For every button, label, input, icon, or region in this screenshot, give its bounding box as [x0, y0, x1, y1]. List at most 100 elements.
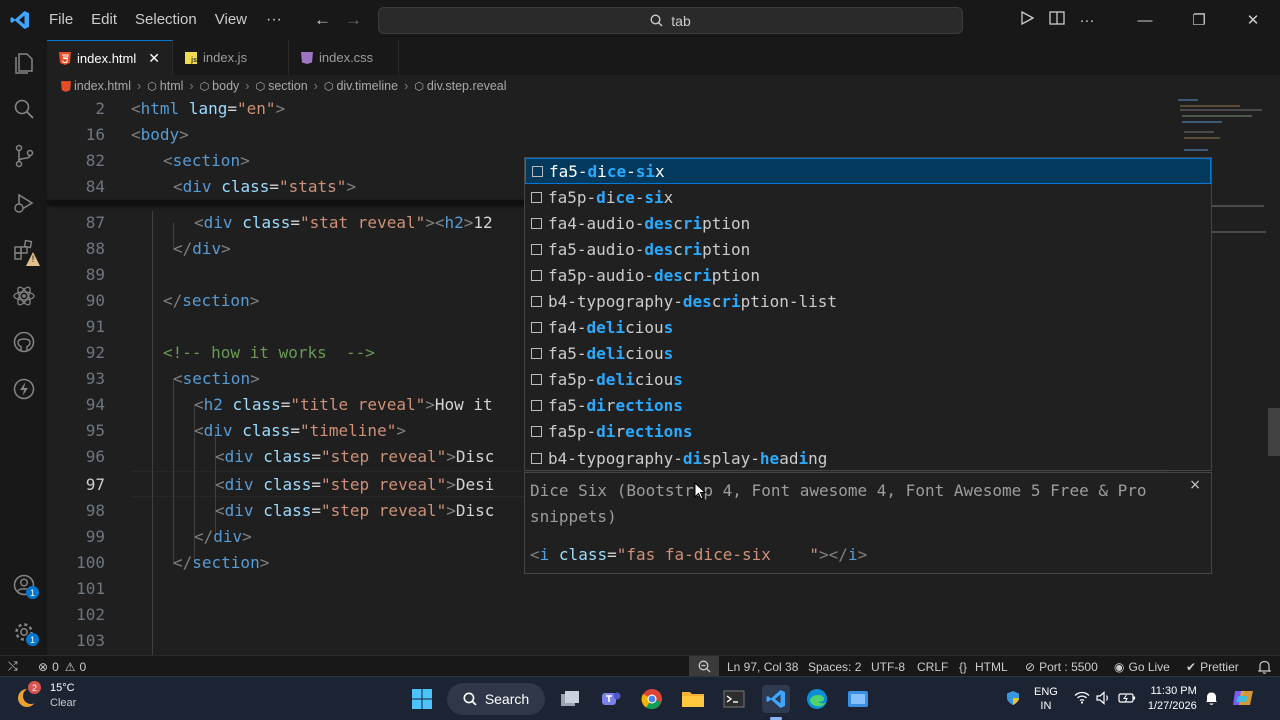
store-app-icon[interactable] [844, 685, 872, 713]
source-control-icon[interactable] [0, 136, 47, 176]
accounts-badge: 1 [26, 586, 39, 599]
suggestion-item[interactable]: fa4-audio-description [525, 210, 1211, 236]
menu-view[interactable]: View [206, 0, 256, 40]
tab-index-css[interactable]: index.css [289, 40, 399, 75]
suggestion-item-selected[interactable]: fa5-dice-six [525, 158, 1211, 185]
menu-bar: File Edit Selection View ··· [40, 0, 292, 40]
suggestion-item[interactable]: fa5p-dice-six [525, 184, 1211, 210]
suggestion-item[interactable]: fa4-delicious [525, 315, 1211, 341]
code-line: 2 <html lang="en"> [47, 95, 1167, 121]
end-of-line[interactable]: CRLF [917, 656, 948, 677]
element-icon: ⬡ [323, 80, 334, 93]
menu-more-button[interactable]: ··· [256, 0, 292, 40]
tab-index-js[interactable]: js index.js [173, 40, 289, 75]
explorer-icon[interactable] [0, 42, 47, 82]
suggestion-item[interactable]: fa5p-audio-description [525, 262, 1211, 288]
breadcrumb-item-html[interactable]: ⬡ html [147, 79, 183, 93]
split-editor-icon[interactable] [1042, 11, 1072, 29]
notification-bell-icon[interactable] [1205, 691, 1218, 708]
back-arrow-icon[interactable]: ← [314, 10, 331, 30]
command-center-search[interactable]: tab [378, 7, 963, 34]
suggestion-item[interactable]: b4-typography-display-heading [525, 445, 1211, 471]
suggestion-list: fa5-dice-six fa5p-dice-six fa4-audio-descr… [524, 157, 1212, 471]
chevron-right-icon: › [136, 79, 142, 93]
go-live-button[interactable]: ◉ Go Live [1114, 656, 1170, 677]
status-bar: ⤭ ⊗ 0 ⚠ 0 Ln 97, Col 38 Spaces: 2 UTF-8 CR… [0, 655, 1280, 677]
breadcrumb-item-div-timeline[interactable]: ⬡ div.timeline [324, 79, 398, 93]
close-window-icon[interactable]: ✕ [1226, 11, 1280, 29]
breadcrumb-item-file[interactable]: index.html [61, 79, 131, 93]
restore-icon[interactable]: ❐ [1172, 11, 1226, 29]
breadcrumb-item-div-step[interactable]: ⬡ div.step.reveal [414, 79, 506, 93]
warning-icon: ⚠ [64, 659, 76, 674]
remote-icon[interactable]: ⤭ [8, 656, 18, 677]
line-number: 89 [85, 264, 105, 284]
menu-selection[interactable]: Selection [126, 0, 206, 40]
menu-file[interactable]: File [40, 0, 82, 40]
encoding[interactable]: UTF-8 [871, 656, 905, 677]
notifications-bell-icon[interactable] [1258, 656, 1271, 677]
forward-arrow-icon[interactable]: → [345, 10, 362, 30]
chevron-right-icon: › [189, 79, 194, 93]
battery-icon[interactable] [1118, 692, 1136, 707]
react-icon[interactable] [0, 276, 47, 316]
snippet-icon [531, 322, 542, 334]
minimize-icon[interactable]: — [1118, 12, 1172, 29]
tab-index-html[interactable]: index.html ✕ [47, 40, 173, 75]
live-server-port[interactable]: ⊘ Port : 5500 [1025, 656, 1098, 677]
suggestion-label: b4-typography-description-list [548, 292, 837, 312]
terminal-icon[interactable] [720, 685, 748, 713]
edge-icon[interactable] [803, 685, 831, 713]
weather-widget[interactable]: 2 15°C Clear [16, 681, 76, 711]
lightning-icon[interactable] [0, 369, 47, 409]
search-sidebar-icon[interactable] [0, 89, 47, 129]
windows-taskbar: 2 15°C Clear Search ENG IN 11:30 PM 1/27… [0, 676, 1280, 720]
chevron-right-icon: › [313, 79, 318, 93]
suggestion-snippet: <i class="fas fa-dice-six "></i> [530, 545, 868, 564]
suggestion-item[interactable]: fa5p-delicious [525, 367, 1211, 393]
suggestion-item[interactable]: fa5-audio-description [525, 236, 1211, 262]
more-actions-icon[interactable]: ··· [1072, 12, 1102, 29]
accounts-icon[interactable]: 1 [0, 565, 47, 605]
chrome-icon[interactable] [638, 685, 666, 713]
tab-close-icon[interactable]: ✕ [148, 50, 160, 67]
defender-icon[interactable] [1002, 690, 1024, 709]
line-number: 84 [85, 176, 105, 196]
suggestion-item[interactable]: b4-typography-description-list [525, 288, 1211, 314]
vscode-taskbar-icon[interactable] [762, 685, 790, 713]
windows-start-icon[interactable] [408, 685, 436, 713]
suggestion-item[interactable]: fa5p-directions [525, 419, 1211, 445]
breadcrumb-label: html [159, 79, 184, 93]
run-icon[interactable] [1012, 10, 1042, 29]
github-icon[interactable] [0, 322, 47, 362]
menu-edit[interactable]: Edit [82, 0, 126, 40]
problems-indicator[interactable]: ⊗ 0 ⚠ 0 [38, 656, 86, 677]
breadcrumb-item-body[interactable]: ⬡ body [200, 79, 240, 93]
extensions-icon[interactable]: ! [0, 230, 47, 270]
element-icon: ⬡ [255, 80, 266, 93]
taskbar-search[interactable]: Search [447, 683, 545, 715]
volume-icon[interactable] [1096, 690, 1112, 708]
file-explorer-icon[interactable] [679, 685, 707, 713]
breadcrumb-item-section[interactable]: ⬡ section [255, 79, 307, 93]
zoom-icon[interactable] [689, 656, 719, 677]
language-mode[interactable]: {} HTML [959, 656, 1008, 677]
prettier-button[interactable]: ✔ Prettier [1186, 656, 1239, 677]
editor-tabs: index.html ✕ js index.js index.css [47, 40, 1280, 75]
clock[interactable]: 11:30 PM 1/27/2026 [1148, 684, 1197, 714]
close-details-icon[interactable]: × [1189, 477, 1201, 493]
snippet-icon [531, 191, 542, 203]
teams-icon[interactable] [597, 685, 625, 713]
input-language[interactable]: ENG IN [1034, 685, 1058, 713]
indentation[interactable]: Spaces: 2 [808, 656, 861, 677]
task-view-icon[interactable] [556, 685, 584, 713]
copilot-icon[interactable] [1232, 688, 1254, 711]
vertical-scrollbar[interactable] [1268, 408, 1280, 456]
suggestion-item[interactable]: fa5-delicious [525, 341, 1211, 367]
cursor-position[interactable]: Ln 97, Col 38 [727, 656, 798, 677]
settings-gear-icon[interactable]: 1 [0, 612, 47, 652]
wifi-icon[interactable] [1074, 691, 1090, 707]
run-debug-icon[interactable] [0, 183, 47, 223]
suggestion-label: fa4-audio-description [548, 213, 751, 233]
suggestion-item[interactable]: fa5-directions [525, 393, 1211, 419]
